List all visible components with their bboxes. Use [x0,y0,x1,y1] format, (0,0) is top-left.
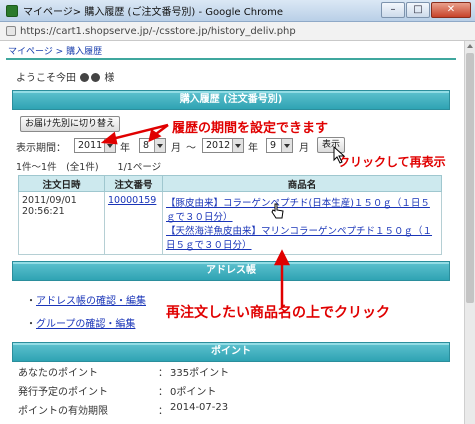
column-header: 注文番号 [104,175,163,192]
favicon-icon [6,4,18,17]
breadcrumb[interactable]: マイページ > 購入履歴 [8,44,102,57]
redisplay-annotation: クリックして再表示 [338,155,446,169]
from-month-value: 8 [143,140,150,151]
to-month-select[interactable]: 9 [266,138,293,153]
to-year-select[interactable]: 2012 [202,138,244,153]
url-text[interactable]: https://cart1.shopserve.jp/-/csstore.jp/… [20,26,296,37]
chevron-down-icon [232,139,243,152]
window-titlebar: マイページ> 購入履歴 (ご注文番号別) - Google Chrome – □… [0,0,475,22]
order-time: 20:56:21 [22,206,65,217]
result-summary: 1件～1件 (全1件) 1/1ページ [16,162,162,173]
separator: ： [158,406,168,417]
point-value: 335ポイント [170,368,230,379]
address-book-edit-link[interactable]: アドレス帳の確認・編集 [36,292,146,307]
history-table: 注文日時 注文番号 商品名 2011/09/01 20:56:21 100001… [18,175,442,255]
order-date: 2011/09/01 [22,195,77,206]
pointer-cursor-icon [333,146,346,164]
window-title: マイページ> 購入履歴 (ご注文番号別) - Google Chrome [23,7,283,18]
order-number-cell: 10000159 [104,191,163,255]
point-row: ポイントの有効期限 ： 2014-07-23 [0,402,460,418]
point-row: あなたのポイント ： 335ポイント [0,364,460,380]
address-book-section-header: アドレス帳 [12,261,450,281]
range-separator: ～ [186,143,196,154]
product-link[interactable]: 【天然海洋魚皮由来】マリンコラーゲンペプチド１５０ｇ（１日５ｇで３０日分） [166,226,432,251]
chevron-down-icon [104,139,115,152]
to-year-value: 2012 [206,140,231,151]
welcome-text: ようこそ今田 様 [16,69,114,84]
chevron-down-icon [154,139,165,152]
switch-to-destination-button[interactable]: お届け先別に切り替え [20,116,121,132]
to-month-value: 9 [270,140,277,151]
column-header: 商品名 [162,175,442,192]
minimize-button[interactable]: – [381,2,405,18]
order-number-link[interactable]: 10000159 [108,195,156,206]
period-label: 表示期間： [16,143,66,154]
bullet: ・ [26,319,36,330]
separator: ： [158,368,168,379]
table-row: 2011/09/01 20:56:21 10000159 【豚皮由来】コラーゲン… [18,191,442,255]
order-date-cell: 2011/09/01 20:56:21 [18,191,105,255]
point-label: ポイントの有効期限 [18,406,108,417]
scroll-up-icon[interactable] [467,44,473,48]
from-year-value: 2011 [78,140,103,151]
page-content: マイページ > 購入履歴 ようこそ今田 様 購入履歴 (注文番号別) お届け先別… [0,41,464,424]
scrollbar-thumb[interactable] [466,53,474,303]
reorder-annotation: 再注文したい商品名の上でクリック [166,305,390,321]
address-bar[interactable]: https://cart1.shopserve.jp/-/csstore.jp/… [0,22,475,41]
table-header-row: 注文日時 注文番号 商品名 [18,175,442,192]
year-unit: 年 [120,143,130,154]
close-button[interactable]: ✕ [431,2,471,18]
from-year-select[interactable]: 2011 [74,138,116,153]
vertical-scrollbar[interactable] [464,41,475,424]
chevron-down-icon [281,139,292,152]
product-link[interactable]: 【豚皮由来】コラーゲンペプチド(日本生産)１５０ｇ（１日５ｇで３０日分） [166,198,430,223]
month-unit: 月 [299,143,309,154]
column-header: 注文日時 [18,175,105,192]
month-unit: 月 [171,143,181,154]
masked-name-icon [80,73,90,82]
point-label: あなたのポイント [18,368,98,379]
point-label: 発行予定のポイント [18,387,108,398]
points-section-header: ポイント [12,342,450,362]
divider [6,58,456,60]
from-month-select[interactable]: 8 [139,138,166,153]
point-row: 発行予定のポイント ： 0ポイント [0,383,460,399]
window-controls: – □ ✕ [381,2,471,18]
group-edit-link[interactable]: グループの確認・編集 [36,315,135,330]
welcome-suffix: 様 [104,73,115,84]
lock-icon [6,26,16,36]
history-section-header: 購入履歴 (注文番号別) [12,90,450,110]
maximize-button[interactable]: □ [406,2,430,18]
welcome-prefix: ようこそ今田 [16,73,76,84]
masked-name-icon [91,73,101,82]
separator: ： [158,387,168,398]
period-annotation: 履歴の期間を設定できます [172,121,329,136]
bullet: ・ [26,296,36,307]
product-cell: 【豚皮由来】コラーゲンペプチド(日本生産)１５０ｇ（１日５ｇで３０日分） 【天然… [162,191,442,255]
hand-cursor-icon [271,203,284,219]
year-unit: 年 [248,143,258,154]
point-value: 2014-07-23 [170,402,229,413]
point-value: 0ポイント [170,387,217,398]
